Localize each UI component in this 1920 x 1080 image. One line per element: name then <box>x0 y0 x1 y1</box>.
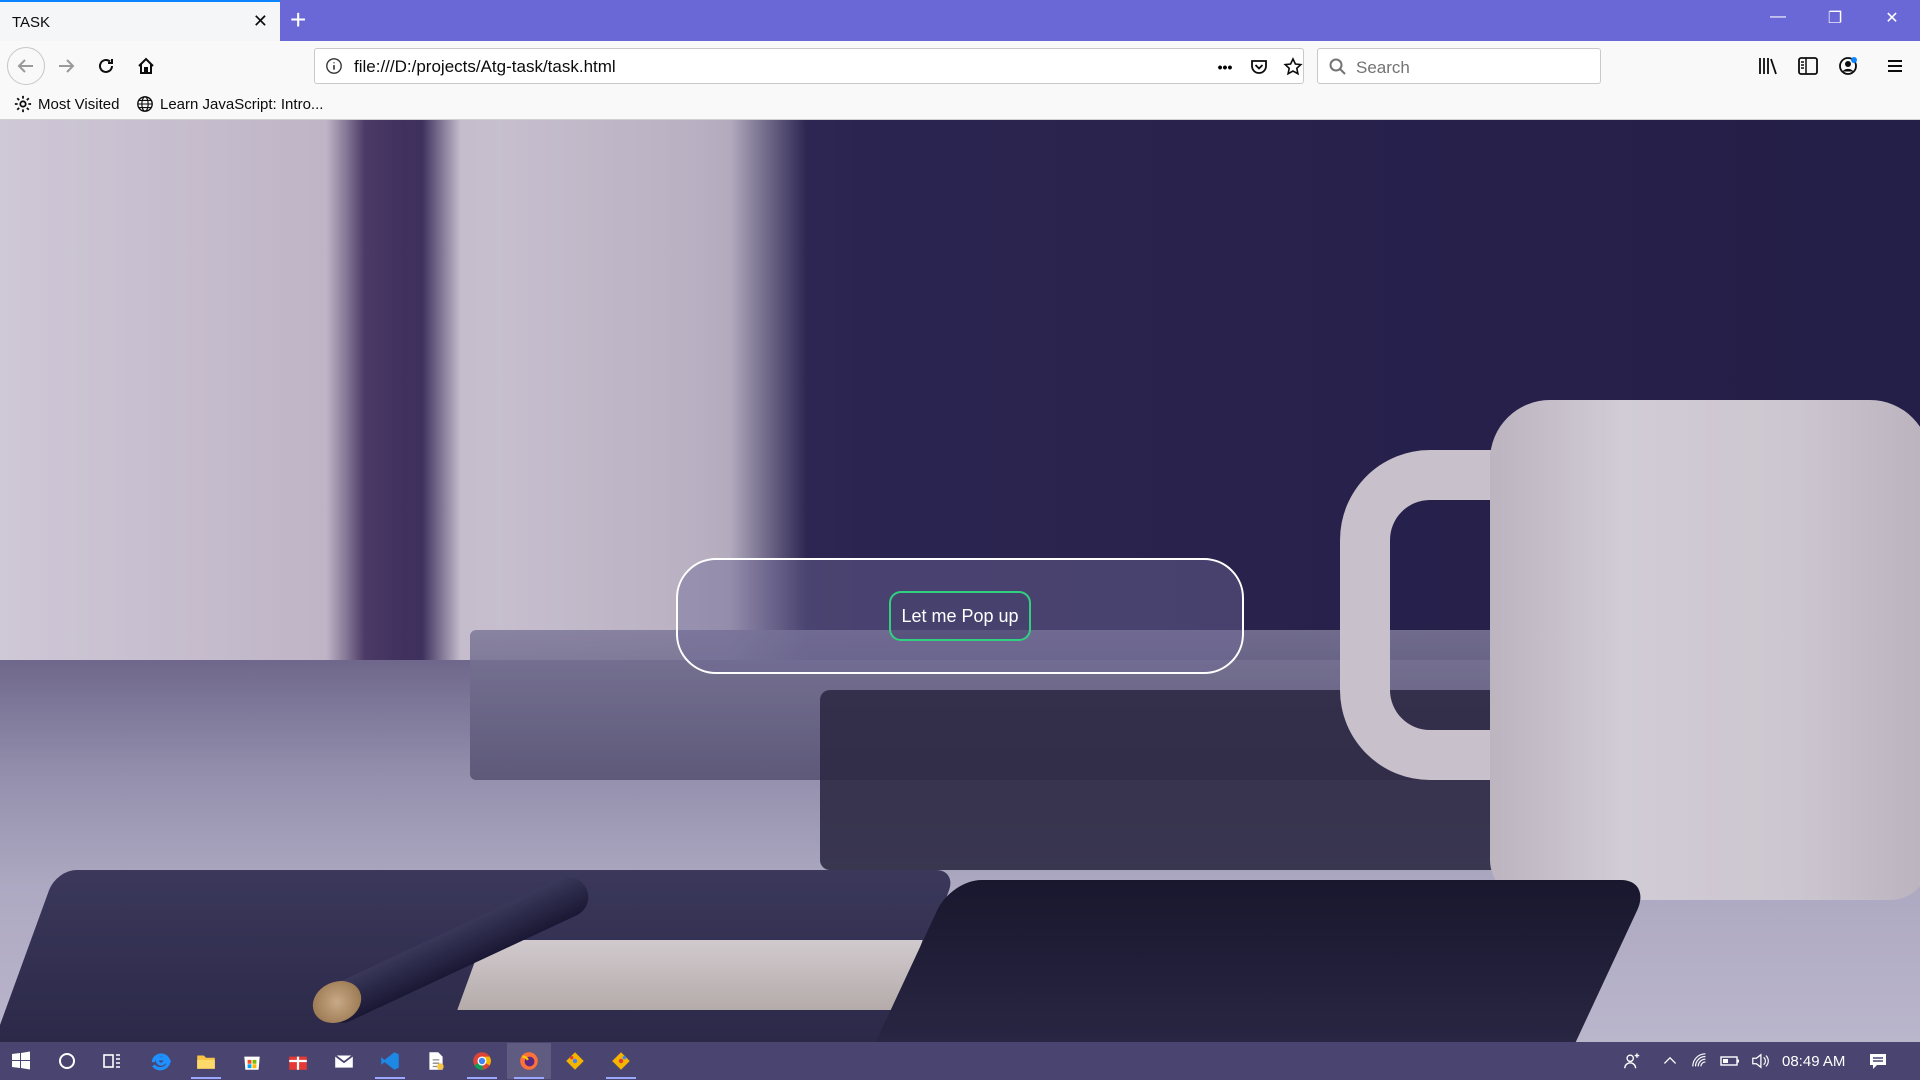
windows-taskbar: 08:49 AM <box>0 1042 1920 1080</box>
search-placeholder[interactable]: Search <box>1356 58 1410 78</box>
navigation-bar: file:///D:/projects/Atg-task/task.html •… <box>0 41 1920 91</box>
pocket-icon[interactable] <box>1248 56 1270 78</box>
page-content: Let me Pop up <box>0 120 1920 1042</box>
cortana-icon[interactable] <box>52 1046 82 1076</box>
close-window-button[interactable]: ✕ <box>1872 8 1912 28</box>
account-icon[interactable] <box>1835 53 1861 79</box>
home-icon <box>138 57 154 74</box>
back-button[interactable] <box>7 47 45 85</box>
browser-tab[interactable]: TASK ✕ <box>0 0 280 41</box>
tab-title: TASK <box>12 14 51 31</box>
bookmark-star-icon[interactable] <box>1282 56 1304 78</box>
edge-icon[interactable] <box>145 1046 175 1076</box>
arrow-right-icon <box>59 59 75 73</box>
globe-icon <box>137 96 153 112</box>
document-icon[interactable] <box>421 1046 451 1076</box>
taskbar-clock[interactable]: 08:49 AM <box>1782 1053 1845 1070</box>
bookmark-label: Learn JavaScript: Intro... <box>160 95 324 113</box>
restore-button[interactable]: ❐ <box>1815 8 1855 28</box>
menu-icon[interactable] <box>1882 53 1908 79</box>
git-icon-2[interactable] <box>606 1046 636 1079</box>
task-view-icon[interactable] <box>97 1046 127 1076</box>
people-icon[interactable] <box>1622 1051 1642 1071</box>
battery-icon[interactable] <box>1720 1051 1740 1071</box>
pop-up-button[interactable]: Let me Pop up <box>889 591 1031 641</box>
page-actions-icon[interactable]: ••• <box>1214 56 1236 78</box>
library-icon[interactable] <box>1755 53 1781 79</box>
new-tab-button[interactable]: + <box>290 4 306 36</box>
mail-icon[interactable] <box>329 1046 359 1076</box>
url-bar[interactable]: file:///D:/projects/Atg-task/task.html •… <box>314 48 1304 84</box>
start-icon[interactable] <box>6 1046 36 1076</box>
tab-close-icon[interactable]: ✕ <box>253 11 268 32</box>
search-icon <box>1329 58 1346 75</box>
bookmarks-toolbar: Most Visited Learn JavaScript: Intro... <box>0 91 1920 120</box>
url-text[interactable]: file:///D:/projects/Atg-task/task.html <box>354 57 616 77</box>
vscode-icon[interactable] <box>375 1046 405 1079</box>
sidebar-icon[interactable] <box>1795 53 1821 79</box>
gear-icon <box>14 95 32 113</box>
tab-bar: TASK ✕ + — ❐ ✕ <box>0 0 1920 41</box>
notification-center-icon[interactable] <box>1868 1051 1888 1071</box>
reload-icon <box>99 58 113 73</box>
wifi-icon[interactable] <box>1690 1051 1710 1071</box>
git-icon[interactable] <box>560 1046 590 1076</box>
bookmark-most-visited[interactable]: Most Visited <box>14 95 119 113</box>
chevron-up-icon[interactable] <box>1660 1051 1680 1071</box>
file-explorer-icon[interactable] <box>191 1046 221 1079</box>
firefox-icon[interactable] <box>514 1046 544 1079</box>
home-button[interactable] <box>129 49 163 83</box>
info-icon[interactable] <box>325 57 343 75</box>
minimize-button[interactable]: — <box>1758 8 1798 26</box>
volume-icon[interactable] <box>1750 1051 1770 1071</box>
bookmark-label: Most Visited <box>38 95 120 113</box>
gift-icon[interactable] <box>283 1046 313 1076</box>
reload-button[interactable] <box>89 49 123 83</box>
chrome-icon[interactable] <box>467 1046 497 1079</box>
store-icon[interactable] <box>237 1046 267 1076</box>
search-bar[interactable]: Search <box>1317 48 1601 84</box>
forward-button[interactable] <box>49 49 83 83</box>
arrow-left-icon <box>17 59 33 73</box>
bookmark-learn-javascript[interactable]: Learn JavaScript: Intro... <box>136 95 323 113</box>
